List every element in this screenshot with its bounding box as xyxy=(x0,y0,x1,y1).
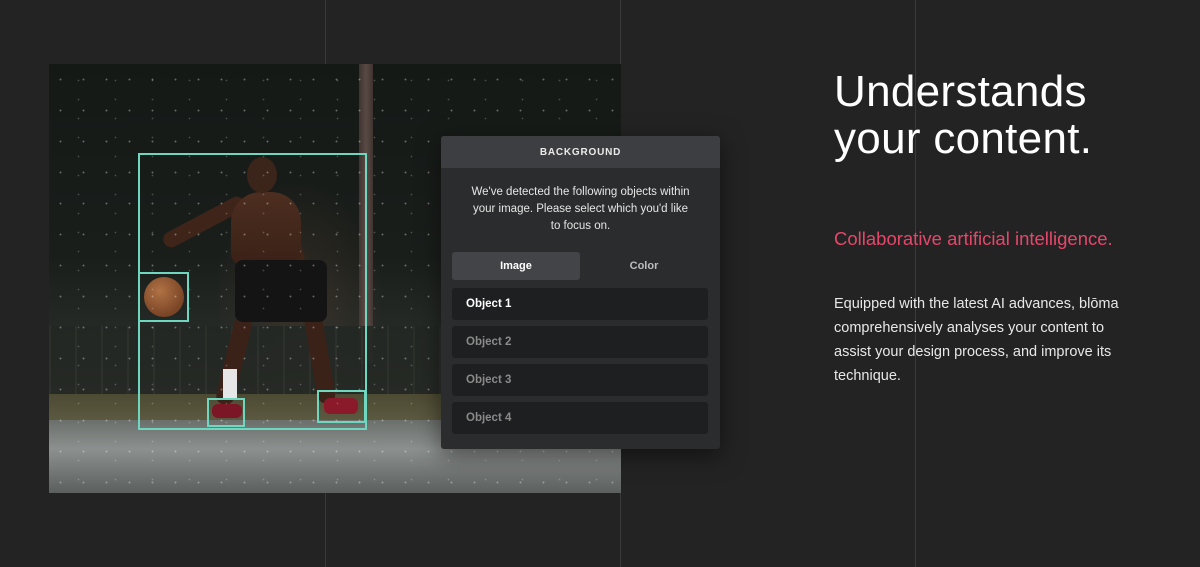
object-list: Object 1 Object 2 Object 3 Object 4 xyxy=(452,288,708,440)
panel-tabs: Image Color xyxy=(452,252,708,280)
object-item-3[interactable]: Object 3 xyxy=(452,364,708,396)
detection-box-shoe-left[interactable] xyxy=(207,398,245,427)
object-item-1[interactable]: Object 1 xyxy=(452,288,708,320)
tab-color[interactable]: Color xyxy=(580,252,708,280)
object-item-2[interactable]: Object 2 xyxy=(452,326,708,358)
panel-title: BACKGROUND xyxy=(441,136,720,168)
subheadline: Collaborative artificial intelligence. xyxy=(834,228,1113,249)
object-item-4[interactable]: Object 4 xyxy=(452,402,708,434)
body-text: Equipped with the latest AI advances, bl… xyxy=(834,296,1119,384)
detection-box-shoe-right[interactable] xyxy=(317,390,366,423)
detection-box-ball[interactable] xyxy=(138,272,189,322)
background-panel: BACKGROUND We've detected the following … xyxy=(441,136,720,449)
tab-image[interactable]: Image xyxy=(452,252,580,280)
headline: Understands your content. xyxy=(834,67,1093,163)
